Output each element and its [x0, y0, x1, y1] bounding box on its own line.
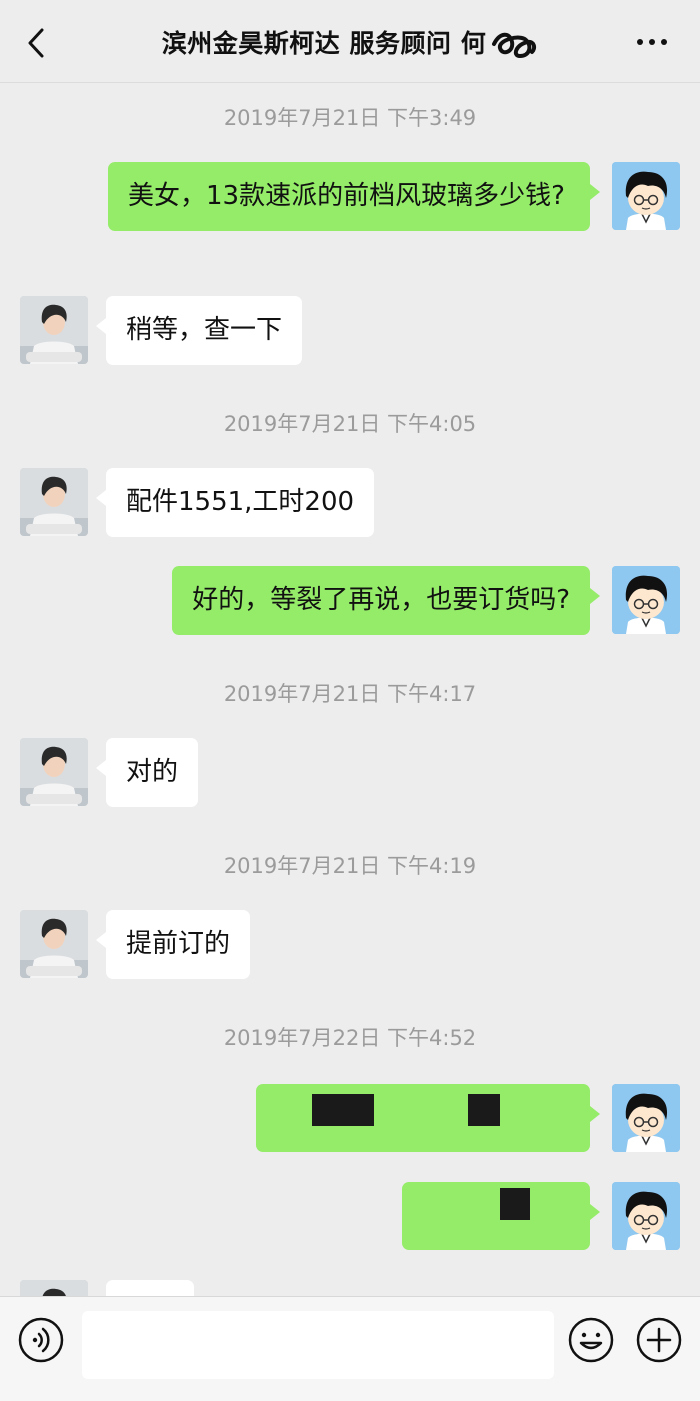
- cartoon-avatar-icon: [612, 1084, 680, 1152]
- redaction-block: [312, 1094, 374, 1126]
- message-input[interactable]: [82, 1311, 554, 1379]
- voice-icon[interactable]: [18, 1317, 64, 1363]
- cartoon-avatar-icon: [612, 1182, 680, 1250]
- sent-message[interactable]: 好的，等裂了再说，也要订货吗?: [172, 566, 600, 635]
- redaction-block: [468, 1094, 500, 1126]
- timestamp: 2019年7月21日 下午4:17: [223, 682, 477, 706]
- chat-title-text: 滨州金昊斯柯达 服务顾问 何: [161, 29, 487, 58]
- chat-header: 滨州金昊斯柯达 服务顾问 何: [0, 0, 700, 83]
- avatar-contact[interactable]: [20, 910, 88, 978]
- sent-message[interactable]: 美女，13款速派的前档风玻璃多少钱?: [108, 162, 600, 231]
- sent-message-redacted[interactable]: [402, 1182, 600, 1250]
- sent-message-redacted[interactable]: [256, 1084, 600, 1152]
- avatar-contact[interactable]: [20, 296, 88, 364]
- avatar-contact[interactable]: [20, 738, 88, 806]
- avatar-self[interactable]: [612, 1084, 680, 1152]
- plus-icon[interactable]: [636, 1317, 682, 1363]
- emoji-icon[interactable]: [568, 1317, 614, 1363]
- received-message[interactable]: 对的: [95, 738, 199, 807]
- chevron-left-icon[interactable]: [22, 26, 52, 60]
- input-bar: [0, 1296, 700, 1401]
- timestamp: 2019年7月21日 下午3:49: [223, 106, 477, 130]
- contact-photo-icon: [20, 468, 88, 536]
- chat-title: 滨州金昊斯柯达 服务顾问 何: [100, 24, 600, 60]
- timestamp: 2019年7月21日 下午4:05: [223, 412, 477, 436]
- contact-photo-icon: [20, 738, 88, 806]
- contact-photo-icon: [20, 910, 88, 978]
- avatar-contact[interactable]: [20, 468, 88, 536]
- timestamp: 2019年7月21日 下午4:19: [223, 854, 477, 878]
- avatar-self[interactable]: [612, 162, 680, 230]
- redaction-block: [500, 1188, 530, 1220]
- contact-photo-icon: [20, 296, 88, 364]
- cartoon-avatar-icon: [612, 566, 680, 634]
- more-dots-icon[interactable]: [632, 30, 672, 54]
- received-message[interactable]: 配件1551,工时200: [95, 468, 375, 537]
- cartoon-avatar-icon: [612, 162, 680, 230]
- received-message[interactable]: 提前订的: [95, 910, 251, 979]
- avatar-self[interactable]: [612, 1182, 680, 1250]
- avatar-self[interactable]: [612, 566, 680, 634]
- received-message[interactable]: 稍等，查一下: [95, 296, 303, 365]
- timestamp: 2019年7月22日 下午4:52: [223, 1026, 477, 1050]
- scribble-mark: [492, 32, 537, 59]
